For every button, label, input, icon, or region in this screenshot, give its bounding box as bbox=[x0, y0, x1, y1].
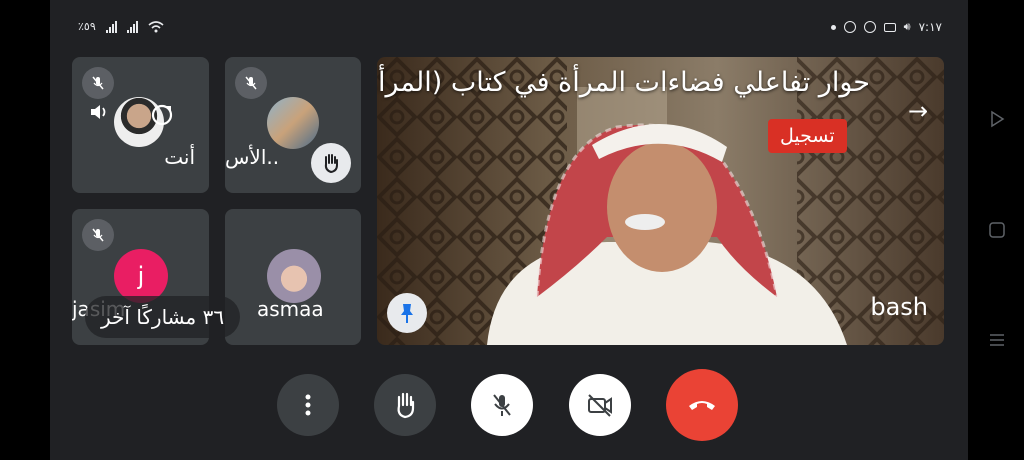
status-bar: ٪٥٩ 🔊︎ ٧:١٧ bbox=[50, 0, 968, 56]
system-nav-bar bbox=[968, 0, 1024, 460]
battery-text: ٪٥٩ bbox=[78, 20, 96, 33]
recording-badge: تسجيل bbox=[768, 119, 847, 153]
raise-hand-button[interactable] bbox=[374, 374, 436, 436]
video-status-icon bbox=[883, 22, 896, 32]
avatar-2 bbox=[267, 97, 319, 149]
microphone-toggle-button[interactable] bbox=[471, 374, 533, 436]
mic-off-icon bbox=[493, 394, 511, 416]
camera-off-icon bbox=[588, 394, 612, 417]
raised-hand-icon bbox=[311, 143, 351, 183]
switch-camera-icon[interactable] bbox=[148, 101, 176, 129]
avatar-4 bbox=[267, 249, 321, 303]
pin-icon[interactable] bbox=[387, 293, 427, 333]
end-call-button[interactable] bbox=[666, 369, 738, 441]
messenger-icon bbox=[843, 21, 856, 33]
recents-nav-icon[interactable] bbox=[988, 331, 1006, 349]
avatar-letter-text: j bbox=[137, 262, 145, 290]
camera-toggle-button[interactable] bbox=[569, 374, 631, 436]
meeting-title: حوار تفاعلي فضاءات المرأة في كتاب (المرأ… bbox=[377, 67, 870, 98]
speaker-face bbox=[607, 142, 717, 272]
participant-name: أنت bbox=[164, 145, 195, 169]
participant-tile-4[interactable]: asmaa bbox=[225, 209, 361, 345]
signal-icon-2 bbox=[126, 20, 138, 33]
more-options-button[interactable] bbox=[277, 374, 339, 436]
participant-name: bash bbox=[870, 293, 928, 321]
speaker-icon[interactable] bbox=[88, 101, 110, 123]
arrow-forward-icon[interactable]: → bbox=[908, 97, 928, 125]
mic-off-icon bbox=[82, 219, 114, 251]
speaker-status-icon: 🔊︎ bbox=[903, 20, 911, 33]
mic-off-icon bbox=[235, 67, 267, 99]
participant-tile-self[interactable]: أنت bbox=[72, 57, 209, 193]
status-left: ٪٥٩ bbox=[78, 20, 164, 33]
back-nav-icon[interactable] bbox=[988, 110, 1006, 128]
other-participants-count[interactable]: ٣٦ مشاركًا آخر bbox=[85, 296, 241, 338]
signal-icon bbox=[105, 20, 117, 33]
mic-off-icon bbox=[82, 67, 114, 99]
participant-tile-2[interactable]: الأس.. bbox=[225, 57, 361, 193]
notification-dot-icon bbox=[830, 24, 836, 30]
whatsapp-icon bbox=[863, 21, 876, 33]
main-video[interactable]: حوار تفاعلي فضاءات المرأة في كتاب (المرأ… bbox=[377, 57, 944, 345]
participant-name: الأس.. bbox=[225, 145, 280, 169]
avatar-letter: j bbox=[114, 249, 168, 303]
more-vertical-icon bbox=[305, 394, 311, 416]
lattice-background bbox=[377, 57, 944, 345]
end-call-icon bbox=[689, 401, 715, 410]
status-right: 🔊︎ ٧:١٧ bbox=[830, 20, 942, 34]
home-nav-icon[interactable] bbox=[988, 221, 1006, 239]
participant-name: asmaa bbox=[257, 297, 324, 321]
raise-hand-icon bbox=[397, 392, 415, 419]
clock: ٧:١٧ bbox=[918, 20, 942, 34]
wifi-icon bbox=[148, 20, 164, 32]
